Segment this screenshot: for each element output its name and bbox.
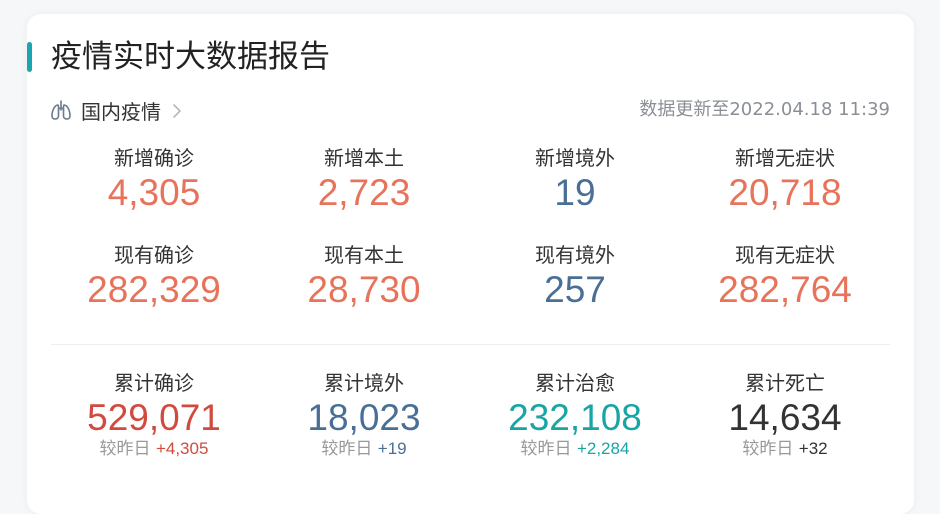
stat-value: 2,723 — [317, 172, 411, 213]
delta-value: +32 — [798, 439, 828, 458]
stat-value: 4,305 — [107, 172, 201, 213]
page-title: 疫情实时大数据报告 — [51, 39, 330, 75]
stat-value: 28,730 — [307, 269, 421, 310]
delta-prefix: 较昨日 — [321, 439, 373, 459]
stat-value: 20,718 — [728, 172, 842, 213]
update-timestamp: 数据更新至2022.04.18 11:39 — [639, 99, 890, 120]
stat-label: 现有境外 — [535, 243, 615, 267]
delta-prefix: 较昨日 — [742, 439, 794, 459]
stat-new-asymptomatic: 新增无症状 20,718 — [685, 145, 885, 215]
stat-label: 累计死亡 — [745, 371, 825, 395]
stat-new-local: 新增本土 2,723 — [264, 145, 464, 215]
stat-label: 现有本土 — [324, 243, 404, 267]
stat-current-asymptomatic: 现有无症状 282,764 — [685, 242, 885, 312]
stat-label: 累计确诊 — [114, 371, 194, 395]
stat-value: 18,023 — [307, 397, 421, 438]
stat-label: 新增无症状 — [735, 146, 835, 170]
stat-current-local: 现有本土 28,730 — [264, 242, 464, 312]
stat-label: 新增本土 — [324, 146, 404, 170]
stat-label: 累计治愈 — [535, 371, 615, 395]
title-accent-bar — [27, 42, 32, 72]
stat-new-confirmed: 新增确诊 4,305 — [54, 145, 254, 215]
stat-value: 257 — [544, 269, 606, 310]
stat-value: 19 — [554, 172, 596, 213]
section-label: 国内疫情 — [81, 99, 161, 124]
delta-value: +2,284 — [576, 439, 630, 458]
stat-new-imported: 新增境外 19 — [475, 145, 675, 215]
delta-prefix: 较昨日 — [99, 439, 151, 459]
stat-total-confirmed: 累计确诊 529,071 较昨日 +4,305 — [54, 370, 254, 460]
stat-label: 现有无症状 — [735, 243, 835, 267]
stat-value: 282,329 — [87, 269, 221, 310]
stat-label: 累计境外 — [324, 371, 404, 395]
epidemic-report-card: 疫情实时大数据报告 国内疫情 数据更新至2022.04.18 11:39 新增确… — [27, 14, 914, 514]
section-link-domestic[interactable]: 国内疫情 — [49, 96, 183, 124]
chevron-right-icon — [173, 104, 181, 118]
stat-total-deaths: 累计死亡 14,634 较昨日 +32 — [685, 370, 885, 460]
delta-value: +19 — [377, 439, 407, 458]
stat-value: 14,634 — [728, 397, 842, 438]
stat-label: 新增境外 — [535, 146, 615, 170]
stat-value: 529,071 — [87, 397, 221, 438]
lungs-icon — [51, 100, 71, 120]
stat-current-confirmed: 现有确诊 282,329 — [54, 242, 254, 312]
stat-delta: 较昨日 +2,284 — [475, 438, 675, 460]
stat-delta: 较昨日 +19 — [264, 438, 464, 460]
stat-current-imported: 现有境外 257 — [475, 242, 675, 312]
stat-value: 282,764 — [718, 269, 852, 310]
stat-value: 232,108 — [508, 397, 642, 438]
stat-delta: 较昨日 +4,305 — [54, 438, 254, 460]
stat-label: 新增确诊 — [114, 146, 194, 170]
stat-label: 现有确诊 — [114, 243, 194, 267]
delta-value: +4,305 — [155, 439, 209, 458]
stat-total-imported: 累计境外 18,023 较昨日 +19 — [264, 370, 464, 460]
stat-total-cured: 累计治愈 232,108 较昨日 +2,284 — [475, 370, 675, 460]
stat-delta: 较昨日 +32 — [685, 438, 885, 460]
delta-prefix: 较昨日 — [520, 439, 572, 459]
section-divider — [51, 344, 890, 345]
